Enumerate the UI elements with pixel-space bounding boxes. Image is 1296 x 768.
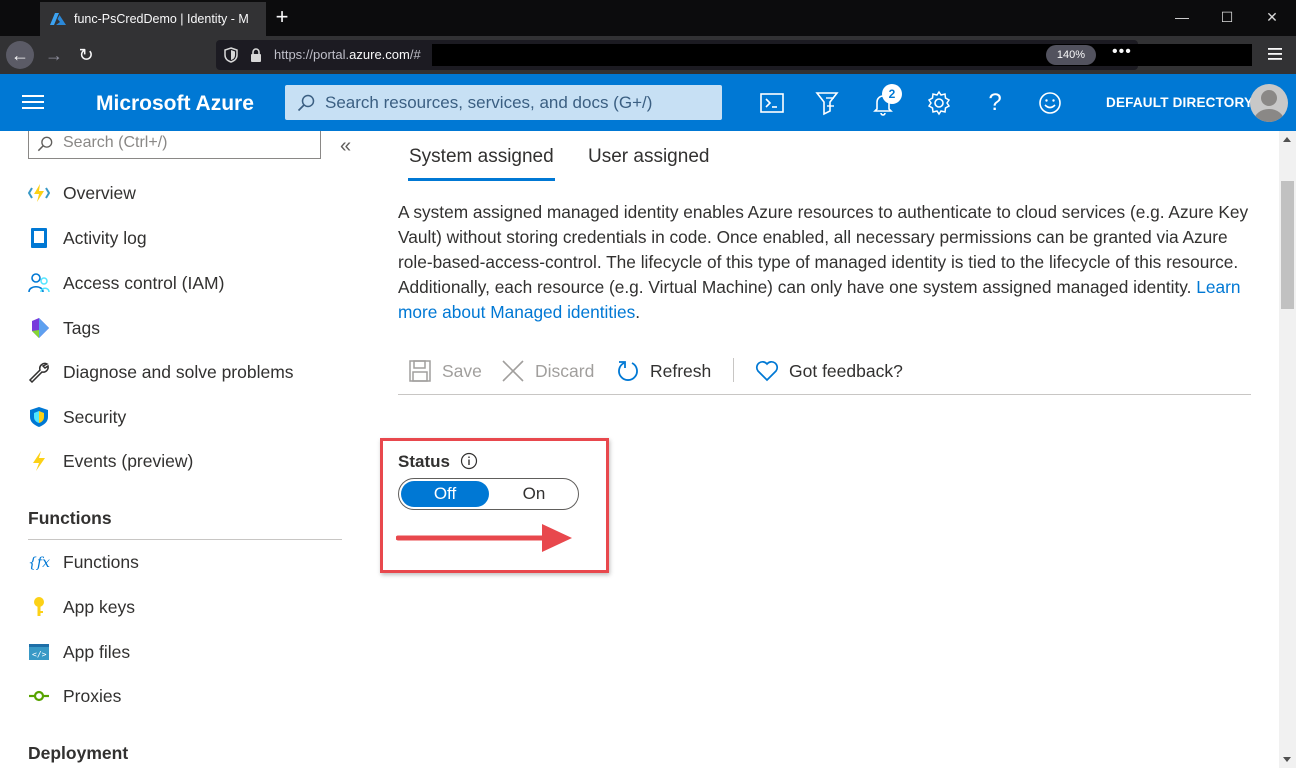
sidebar-item-security[interactable]: Security [28,402,348,432]
avatar[interactable] [1250,84,1288,122]
browser-tab-bar: func-PsCredDemo | Identity - M + — ☐ ✕ [0,0,1296,36]
minimize-icon[interactable]: — [1160,0,1204,36]
status-label: Status [398,452,450,471]
cloud-shell-icon[interactable] [757,88,787,118]
search-icon [37,136,53,152]
section-functions-heading: Functions [28,508,112,528]
portal-menu-icon[interactable] [22,94,44,110]
status-off-option[interactable]: Off [401,481,489,507]
identity-description: A system assigned managed identity enabl… [398,202,1249,322]
close-window-icon[interactable]: ✕ [1250,0,1294,36]
collapse-menu-icon[interactable]: « [340,135,351,158]
directory-name[interactable]: DEFAULT DIRECTORY [1106,95,1253,110]
back-arrow-icon[interactable]: ← [6,41,34,69]
discard-button[interactable]: Discard [501,356,594,386]
svg-text:</>: </> [32,650,47,659]
status-on-option[interactable]: On [491,481,577,507]
portal-brand[interactable]: Microsoft Azure [96,92,254,116]
lightning-icon [33,451,45,471]
tag-icon [32,318,49,338]
notification-count-badge: 2 [882,84,902,104]
page-actions-more-icon[interactable]: ••• [1112,43,1132,61]
sidebar-item-functions[interactable]: {fx} Functions [28,547,348,577]
scroll-down-arrow-icon[interactable] [1283,757,1291,762]
menu-search-input[interactable]: Search (Ctrl+/) [28,131,321,159]
wrench-icon [28,362,49,383]
azure-favicon-icon [50,13,66,25]
feedback-smiley-icon[interactable] [1035,88,1065,118]
info-icon[interactable] [460,452,478,470]
global-search-placeholder: Search resources, services, and docs (G+… [325,93,653,112]
azure-top-bar: Microsoft Azure Search resources, servic… [0,74,1296,131]
directory-filter-icon[interactable] [812,88,842,118]
settings-gear-icon[interactable] [924,88,954,118]
url-bar[interactable]: https://portal.azure.com/# 140% ••• [216,40,1252,70]
scroll-up-arrow-icon[interactable] [1283,137,1291,142]
save-button[interactable]: Save [408,356,482,386]
menu-search-placeholder: Search (Ctrl+/) [63,134,168,151]
sidebar-item-tags[interactable]: Tags [28,313,348,343]
search-icon [297,94,315,112]
people-icon [28,273,50,293]
refresh-button[interactable]: Refresh [616,356,711,386]
scrollbar-thumb[interactable] [1281,181,1294,309]
forward-arrow-icon[interactable]: → [40,41,68,69]
heart-icon [755,360,779,382]
global-search-input[interactable]: Search resources, services, and docs (G+… [285,85,722,120]
sidebar-item-activity-log[interactable]: Activity log [28,223,348,253]
maximize-icon[interactable]: ☐ [1205,0,1249,36]
refresh-icon [618,361,638,381]
browser-tab[interactable]: func-PsCredDemo | Identity - M [40,2,266,36]
code-file-icon: </> [29,644,49,660]
section-deployment-heading: Deployment [28,743,129,763]
zoom-level[interactable]: 140% [1046,45,1096,65]
key-icon [34,597,44,616]
tab-system-assigned[interactable]: System assigned [409,146,554,168]
user-silhouette-icon [1254,90,1284,122]
activity-log-icon [31,228,47,248]
sidebar-item-events[interactable]: Events (preview) [28,446,348,476]
sidebar-item-proxies[interactable]: Proxies [28,681,348,711]
sidebar-item-overview[interactable]: Overview [28,178,348,208]
proxy-icon [29,690,49,702]
section-divider [28,539,342,540]
new-tab-plus-icon[interactable]: + [270,4,294,32]
toolbar-separator [733,358,734,382]
fx-icon: {fx} [28,555,50,571]
sidebar-item-app-files[interactable]: </> App files [28,637,348,667]
shield-icon [30,407,48,427]
resource-menu: Search (Ctrl+/) « Overview Activity log … [0,131,370,768]
toolbar-divider [398,394,1251,395]
save-floppy-icon [409,360,431,382]
svg-text:{fx}: {fx} [28,555,50,571]
red-arrow-annotation [396,524,572,552]
tracking-shield-icon[interactable] [224,47,238,63]
feedback-button[interactable]: Got feedback? [755,356,903,386]
vertical-scrollbar[interactable] [1279,131,1296,768]
tab-user-assigned[interactable]: User assigned [588,146,709,168]
function-app-icon [28,184,50,202]
url-text: https://portal.azure.com/# [274,47,421,62]
sidebar-item-access-control[interactable]: Access control (IAM) [28,268,348,298]
browser-tab-title: func-PsCredDemo | Identity - M [74,12,249,26]
discard-x-icon [502,360,524,382]
sidebar-item-diagnose[interactable]: Diagnose and solve problems [28,357,348,387]
active-tab-indicator [408,178,555,181]
lock-icon[interactable] [250,48,262,62]
help-question-icon[interactable]: ? [980,88,1010,118]
reload-icon[interactable]: ↻ [72,41,100,69]
browser-menu-icon[interactable] [1266,44,1284,64]
status-toggle[interactable]: Off On [398,478,579,510]
sidebar-item-app-keys[interactable]: App keys [28,592,348,622]
